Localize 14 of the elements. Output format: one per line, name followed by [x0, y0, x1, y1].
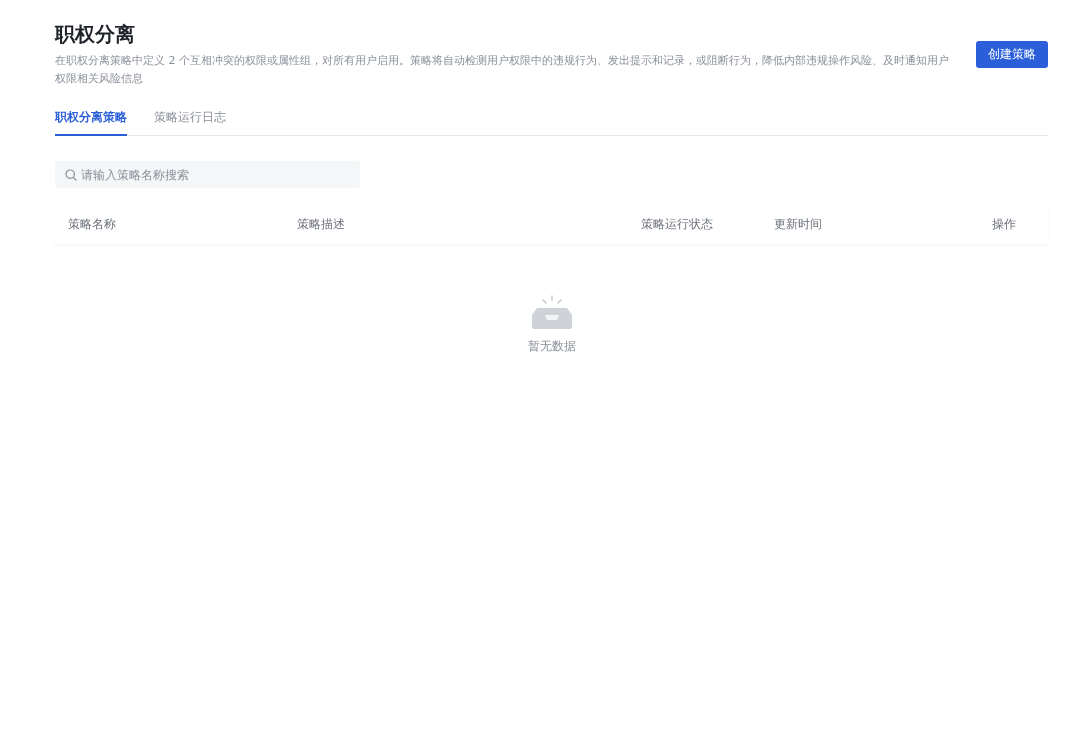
page-description: 在职权分离策略中定义 2 个互相冲突的权限或属性组，对所有用户启用。策略将自动检测用户权限中的违规行为、发出提示和记录，或阻断行为，降低内部违规操作风险、及时通知用户权限相关风险信息 — [55, 53, 950, 87]
create-policy-button[interactable]: 创建策略 — [976, 41, 1048, 68]
search-field[interactable]: 请输入策略名称搜索 — [55, 161, 360, 188]
column-header: 策略运行状态 — [641, 215, 714, 233]
search-icon — [65, 168, 77, 181]
tab[interactable]: 职权分离策略 — [55, 102, 127, 136]
tab[interactable]: 策略运行日志 — [154, 102, 226, 136]
column-header: 策略描述 — [297, 215, 346, 233]
page-title: 职权分离 — [55, 21, 136, 48]
column-header: 策略名称 — [68, 215, 117, 233]
column-header: 操作 — [992, 215, 1017, 233]
column-header: 更新时间 — [774, 215, 823, 233]
empty-state-text: 暂无数据 — [527, 338, 576, 355]
empty-tray-icon — [530, 294, 573, 330]
